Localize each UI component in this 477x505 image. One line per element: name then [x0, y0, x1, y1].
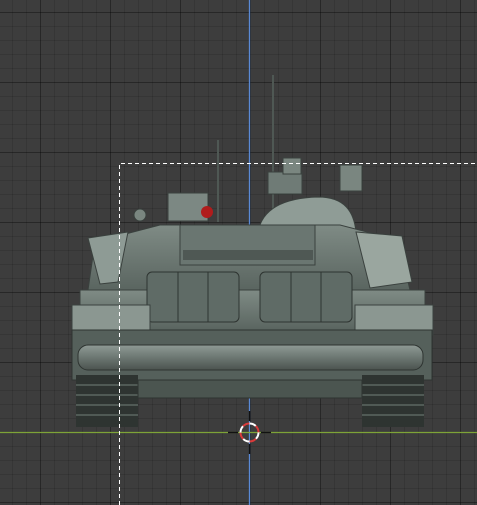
track-left	[76, 375, 138, 427]
viewport-canvas[interactable]	[0, 0, 477, 505]
commander-cupola	[267, 171, 303, 195]
3d-viewport[interactable]	[0, 0, 477, 505]
red-marker	[201, 206, 213, 218]
mantlet-band	[183, 250, 313, 260]
periscope-right	[339, 164, 363, 192]
cupola-top	[282, 157, 302, 175]
tank-model[interactable]	[71, 75, 434, 427]
track-right	[362, 375, 424, 427]
smoke-discharger	[133, 208, 147, 222]
unditching-log	[77, 344, 424, 371]
hull-bottom-plate	[137, 379, 363, 399]
turret-left-box	[167, 192, 209, 222]
